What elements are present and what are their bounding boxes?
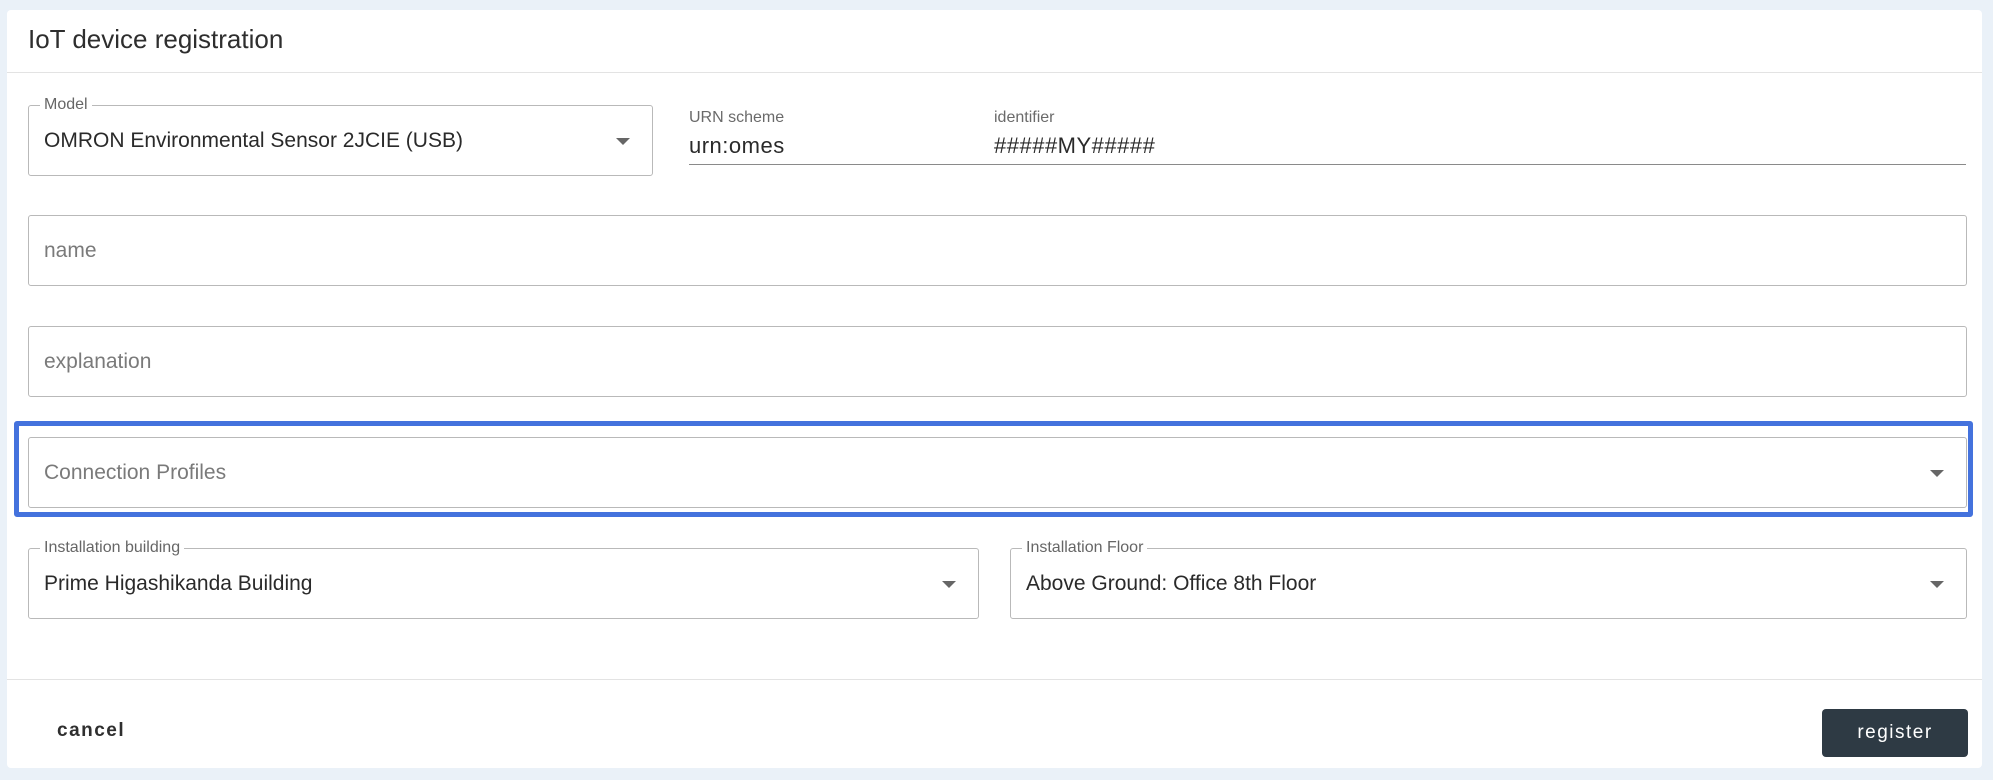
footer-divider [7, 679, 1982, 680]
urn-identifier-underline [689, 164, 1966, 165]
urn-scheme-field[interactable]: URN scheme urn:omes [689, 109, 979, 159]
installation-building-value: Prime Higashikanda Building [44, 571, 313, 595]
identifier-label: identifier [994, 109, 1055, 126]
dialog-title: IoT device registration [28, 24, 284, 54]
registration-dialog: IoT device registration Model OMRON Envi… [7, 10, 1982, 768]
identifier-field[interactable]: identifier #####MY##### [994, 109, 1894, 159]
model-value: OMRON Environmental Sensor 2JCIE (USB) [44, 128, 463, 152]
urn-scheme-label: URN scheme [689, 109, 785, 126]
installation-building-select[interactable]: Installation building Prime Higashikanda… [28, 539, 979, 619]
explanation-placeholder: explanation [44, 349, 152, 373]
identifier-value: #####MY##### [994, 133, 1156, 158]
cancel-button[interactable]: cancel [39, 714, 143, 748]
title-divider [7, 72, 1982, 73]
chevron-down-icon[interactable] [1930, 580, 1944, 588]
chevron-down-icon[interactable] [942, 580, 956, 588]
urn-scheme-value: urn:omes [689, 133, 785, 158]
name-input[interactable]: name [28, 215, 1967, 286]
name-placeholder: name [44, 238, 97, 262]
installation-floor-select[interactable]: Installation Floor Above Ground: Office … [1010, 539, 1967, 619]
installation-floor-value: Above Ground: Office 8th Floor [1026, 571, 1317, 595]
register-button[interactable]: register [1822, 709, 1968, 757]
focus-highlight [14, 421, 1973, 517]
chevron-down-icon[interactable] [616, 137, 630, 145]
model-select[interactable]: Model OMRON Environmental Sensor 2JCIE (… [28, 96, 653, 176]
explanation-input[interactable]: explanation [28, 326, 1967, 397]
